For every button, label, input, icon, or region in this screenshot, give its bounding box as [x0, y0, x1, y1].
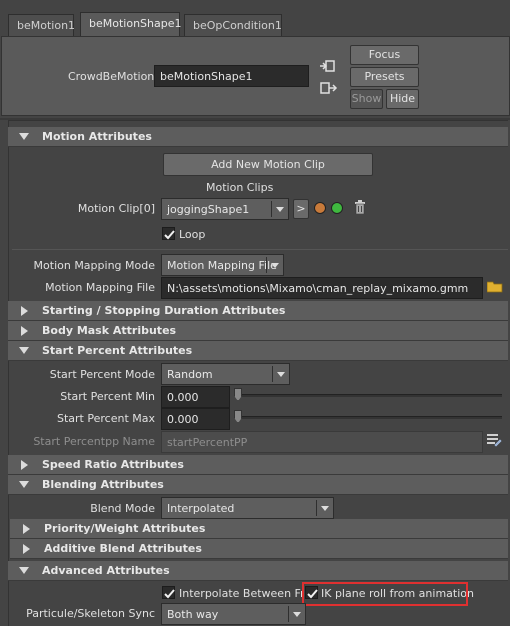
presets-button[interactable]: Presets	[350, 67, 419, 87]
start-percent-pp-field[interactable]: startPercentPP	[161, 431, 483, 453]
particule-skeleton-sync-label: Particule/Skeleton Sync	[26, 607, 155, 620]
interpolate-checkbox[interactable]	[162, 586, 175, 599]
input-connection-icon[interactable]	[320, 59, 336, 76]
section-title: Starting / Stopping Duration Attributes	[42, 304, 286, 317]
blend-mode-value: Interpolated	[167, 502, 235, 515]
section-title: Motion Attributes	[42, 130, 152, 143]
motion-mapping-mode-value: Motion Mapping File	[167, 259, 277, 272]
dropdown-divider	[272, 366, 273, 382]
start-percent-mode-label: Start Percent Mode	[49, 368, 155, 381]
dropdown-divider	[266, 257, 267, 273]
section-title: Start Percent Attributes	[42, 344, 193, 357]
expand-arrow-icon	[21, 306, 28, 316]
motion-mapping-mode-dropdown[interactable]: Motion Mapping File	[161, 254, 284, 276]
section-title: Speed Ratio Attributes	[42, 458, 184, 471]
blend-mode-dropdown[interactable]: Interpolated	[161, 497, 334, 519]
section-header-speed-ratio[interactable]: Speed Ratio Attributes	[8, 455, 508, 475]
section-header-additive-blend[interactable]: Additive Blend Attributes	[10, 539, 508, 559]
add-motion-clip-button[interactable]: Add New Motion Clip	[163, 153, 373, 176]
expand-arrow-icon	[23, 544, 30, 554]
tab-beopcondition1[interactable]: beOpCondition1	[184, 14, 282, 36]
motion-mapping-file-field[interactable]: N:\assets\motions\Mixamo\cman_replay_mix…	[161, 277, 483, 299]
focus-button[interactable]: Focus	[350, 45, 419, 65]
start-percent-max-slider[interactable]	[236, 416, 502, 419]
folder-icon[interactable]	[486, 280, 503, 296]
start-percent-max-field[interactable]: 0.000	[161, 408, 230, 430]
section-title: Blending Attributes	[42, 478, 164, 491]
section-header-blending[interactable]: Blending Attributes	[8, 475, 508, 495]
section-title: Priority/Weight Attributes	[44, 522, 206, 535]
collapse-arrow-icon	[19, 481, 29, 488]
section-title: Additive Blend Attributes	[44, 542, 202, 555]
start-percent-min-slider[interactable]	[236, 394, 502, 397]
section-header-motion-attributes[interactable]: Motion Attributes	[8, 127, 508, 147]
start-percent-mode-value: Random	[167, 368, 213, 381]
start-percent-min-label: Start Percent Min	[60, 390, 155, 403]
dropdown-divider	[316, 500, 317, 516]
section-header-priority-weight[interactable]: Priority/Weight Attributes	[10, 519, 508, 539]
expand-arrow-icon	[23, 524, 30, 534]
blend-mode-label: Blend Mode	[90, 502, 155, 515]
chevron-down-icon	[293, 612, 301, 617]
separator	[12, 249, 508, 250]
loop-checkbox[interactable]	[162, 227, 175, 240]
start-percent-min-field[interactable]: 0.000	[161, 386, 230, 408]
node-type-label: CrowdBeMotion:	[68, 70, 158, 83]
loop-label: Loop	[179, 228, 206, 241]
output-connection-icon[interactable]	[320, 81, 338, 98]
motion-clips-label: Motion Clips	[206, 181, 274, 194]
section-header-start-percent[interactable]: Start Percent Attributes	[8, 341, 508, 361]
expand-arrow-icon	[21, 326, 28, 336]
highlight-box	[302, 582, 468, 606]
particule-skeleton-sync-dropdown[interactable]: Both way	[161, 603, 306, 625]
chevron-down-icon	[271, 263, 279, 268]
motion-clip-label: Motion Clip[0]	[77, 202, 155, 215]
node-name-field[interactable]: beMotionShape1	[154, 65, 309, 87]
start-percent-pp-label: Start Percentpp Name	[33, 435, 155, 448]
tab-bemotion1[interactable]: beMotion1	[8, 14, 75, 36]
list-edit-icon[interactable]	[487, 433, 503, 451]
motion-clip-value: joggingShape1	[167, 203, 250, 216]
motion-mapping-file-label: Motion Mapping File	[45, 281, 155, 294]
chevron-down-icon	[276, 207, 284, 212]
sync-value: Both way	[167, 608, 219, 621]
section-header-starting-stopping[interactable]: Starting / Stopping Duration Attributes	[8, 301, 508, 321]
dropdown-divider	[288, 606, 289, 622]
tab-bar: beMotion1 beMotionShape1 beOpCondition1	[0, 0, 510, 37]
start-percent-mode-dropdown[interactable]: Random	[161, 363, 290, 385]
chevron-down-icon	[321, 506, 329, 511]
interpolate-label: Interpolate Between Fran	[179, 587, 303, 600]
section-header-advanced[interactable]: Advanced Attributes	[8, 561, 508, 581]
section-title: Body Mask Attributes	[42, 324, 177, 337]
section-header-body-mask[interactable]: Body Mask Attributes	[8, 321, 508, 341]
show-button[interactable]: Show	[350, 89, 383, 109]
section-title: Advanced Attributes	[42, 564, 170, 577]
go-to-clip-button[interactable]: >	[293, 199, 309, 219]
green-status-icon[interactable]	[331, 202, 343, 214]
tab-bemotionshape1[interactable]: beMotionShape1	[80, 12, 182, 37]
collapse-arrow-icon	[19, 133, 29, 140]
motion-clip-dropdown[interactable]: joggingShape1	[161, 198, 289, 220]
motion-mapping-mode-label: Motion Mapping Mode	[33, 259, 155, 272]
trash-icon[interactable]	[354, 200, 366, 217]
expand-arrow-icon	[21, 460, 28, 470]
dropdown-divider	[271, 201, 272, 217]
collapse-arrow-icon	[19, 567, 29, 574]
hide-button[interactable]: Hide	[386, 89, 419, 109]
collapse-arrow-icon	[19, 347, 29, 354]
orange-status-icon[interactable]	[314, 202, 326, 214]
start-percent-max-label: Start Percent Max	[57, 412, 155, 425]
chevron-down-icon	[277, 372, 285, 377]
